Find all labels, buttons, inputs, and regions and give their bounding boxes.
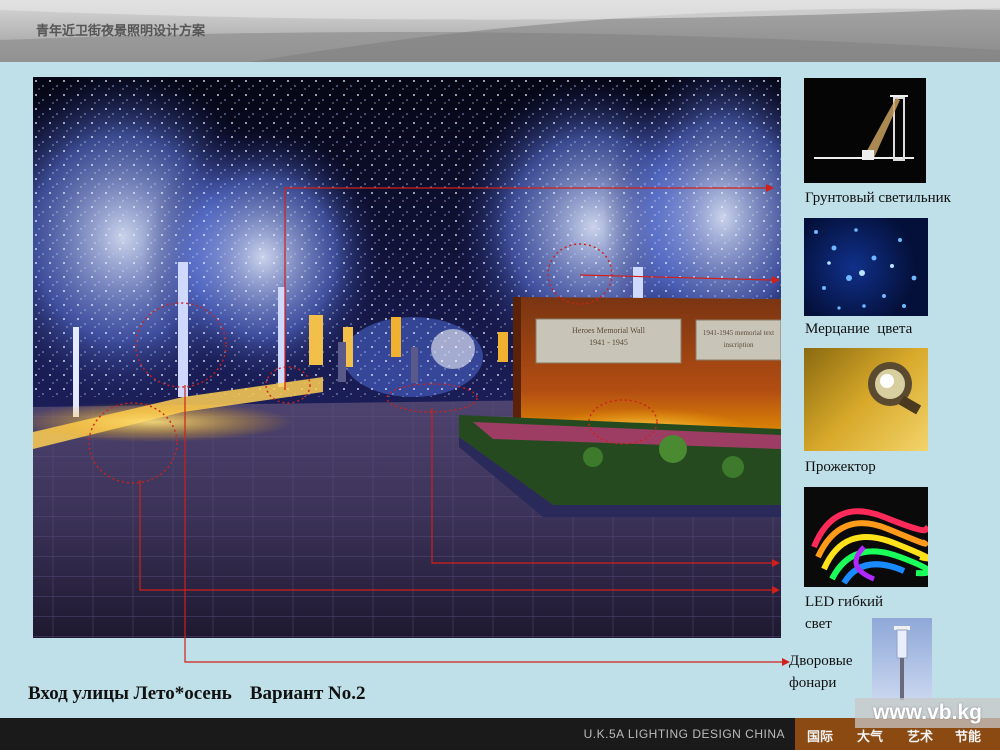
footer-tag-4: 节能: [955, 730, 982, 745]
header-bar: 青年近卫街夜景照明设计方案: [0, 0, 1000, 62]
ground-light-icon: [814, 95, 914, 161]
footer-bar: U.K.5A LIGHTING DESIGN CHINA 国际 大气 艺术 节能: [0, 718, 1000, 750]
item-label-ground-light: Грунтовый светильник: [805, 190, 951, 206]
plaque-right: 1941-1945 memorial text inscription: [696, 327, 781, 351]
watermark: www.vb.kg: [855, 698, 1000, 728]
led-strip-thumb: [804, 487, 928, 587]
item-label-twinkling: Мерцание цвета: [805, 321, 913, 337]
plaque-right-line-2: inscription: [723, 341, 754, 349]
footer-tag-1: 国际: [807, 730, 834, 745]
item-label-courtyard-lamp-line-2: фонари: [789, 675, 837, 691]
plaque-left: Heroes Memorial Wall 1941 - 1945: [536, 325, 681, 349]
item-label-spotlight: Прожектор: [805, 459, 876, 475]
led-strip-icon: [811, 508, 928, 585]
courtyard-lamp-icon: [894, 626, 910, 700]
plaque-right-line-1: 1941-1945 memorial text: [702, 329, 775, 337]
footer-tag-3: 艺术: [907, 730, 934, 745]
item-label-led-strip-line-1: LED гибкий: [805, 594, 884, 610]
ground-light-drawing-thumb: [804, 78, 926, 183]
plaque-left-line-1: Heroes Memorial Wall: [572, 326, 645, 335]
twinkling-lights-thumb: [804, 218, 928, 316]
page-title: 青年近卫街夜景照明设计方案: [36, 24, 206, 39]
scene-caption: Вход улицы Лето*осень Вариант No.2: [28, 683, 366, 705]
caption-title: Вход улицы Лето*осень: [28, 683, 232, 704]
footer-brand: U.K.5A LIGHTING DESIGN CHINA: [583, 727, 785, 741]
footer-tag-2: 大气: [857, 730, 884, 745]
item-label-courtyard-lamp-line-1: Дворовые: [789, 653, 853, 669]
plaque-left-line-2: 1941 - 1945: [589, 338, 628, 347]
courtyard-lamp-thumb: [872, 618, 932, 700]
spotlight-thumb: [804, 348, 928, 451]
item-label-courtyard-lamp: Дворовые фонари: [789, 650, 853, 694]
caption-variant: Вариант No.2: [249, 683, 366, 704]
spotlight-icon: [868, 362, 922, 415]
night-scene-rendering: Heroes Memorial Wall 1941 - 1945 1941-19…: [33, 77, 781, 638]
twinkling-lights-icon: [814, 228, 917, 310]
